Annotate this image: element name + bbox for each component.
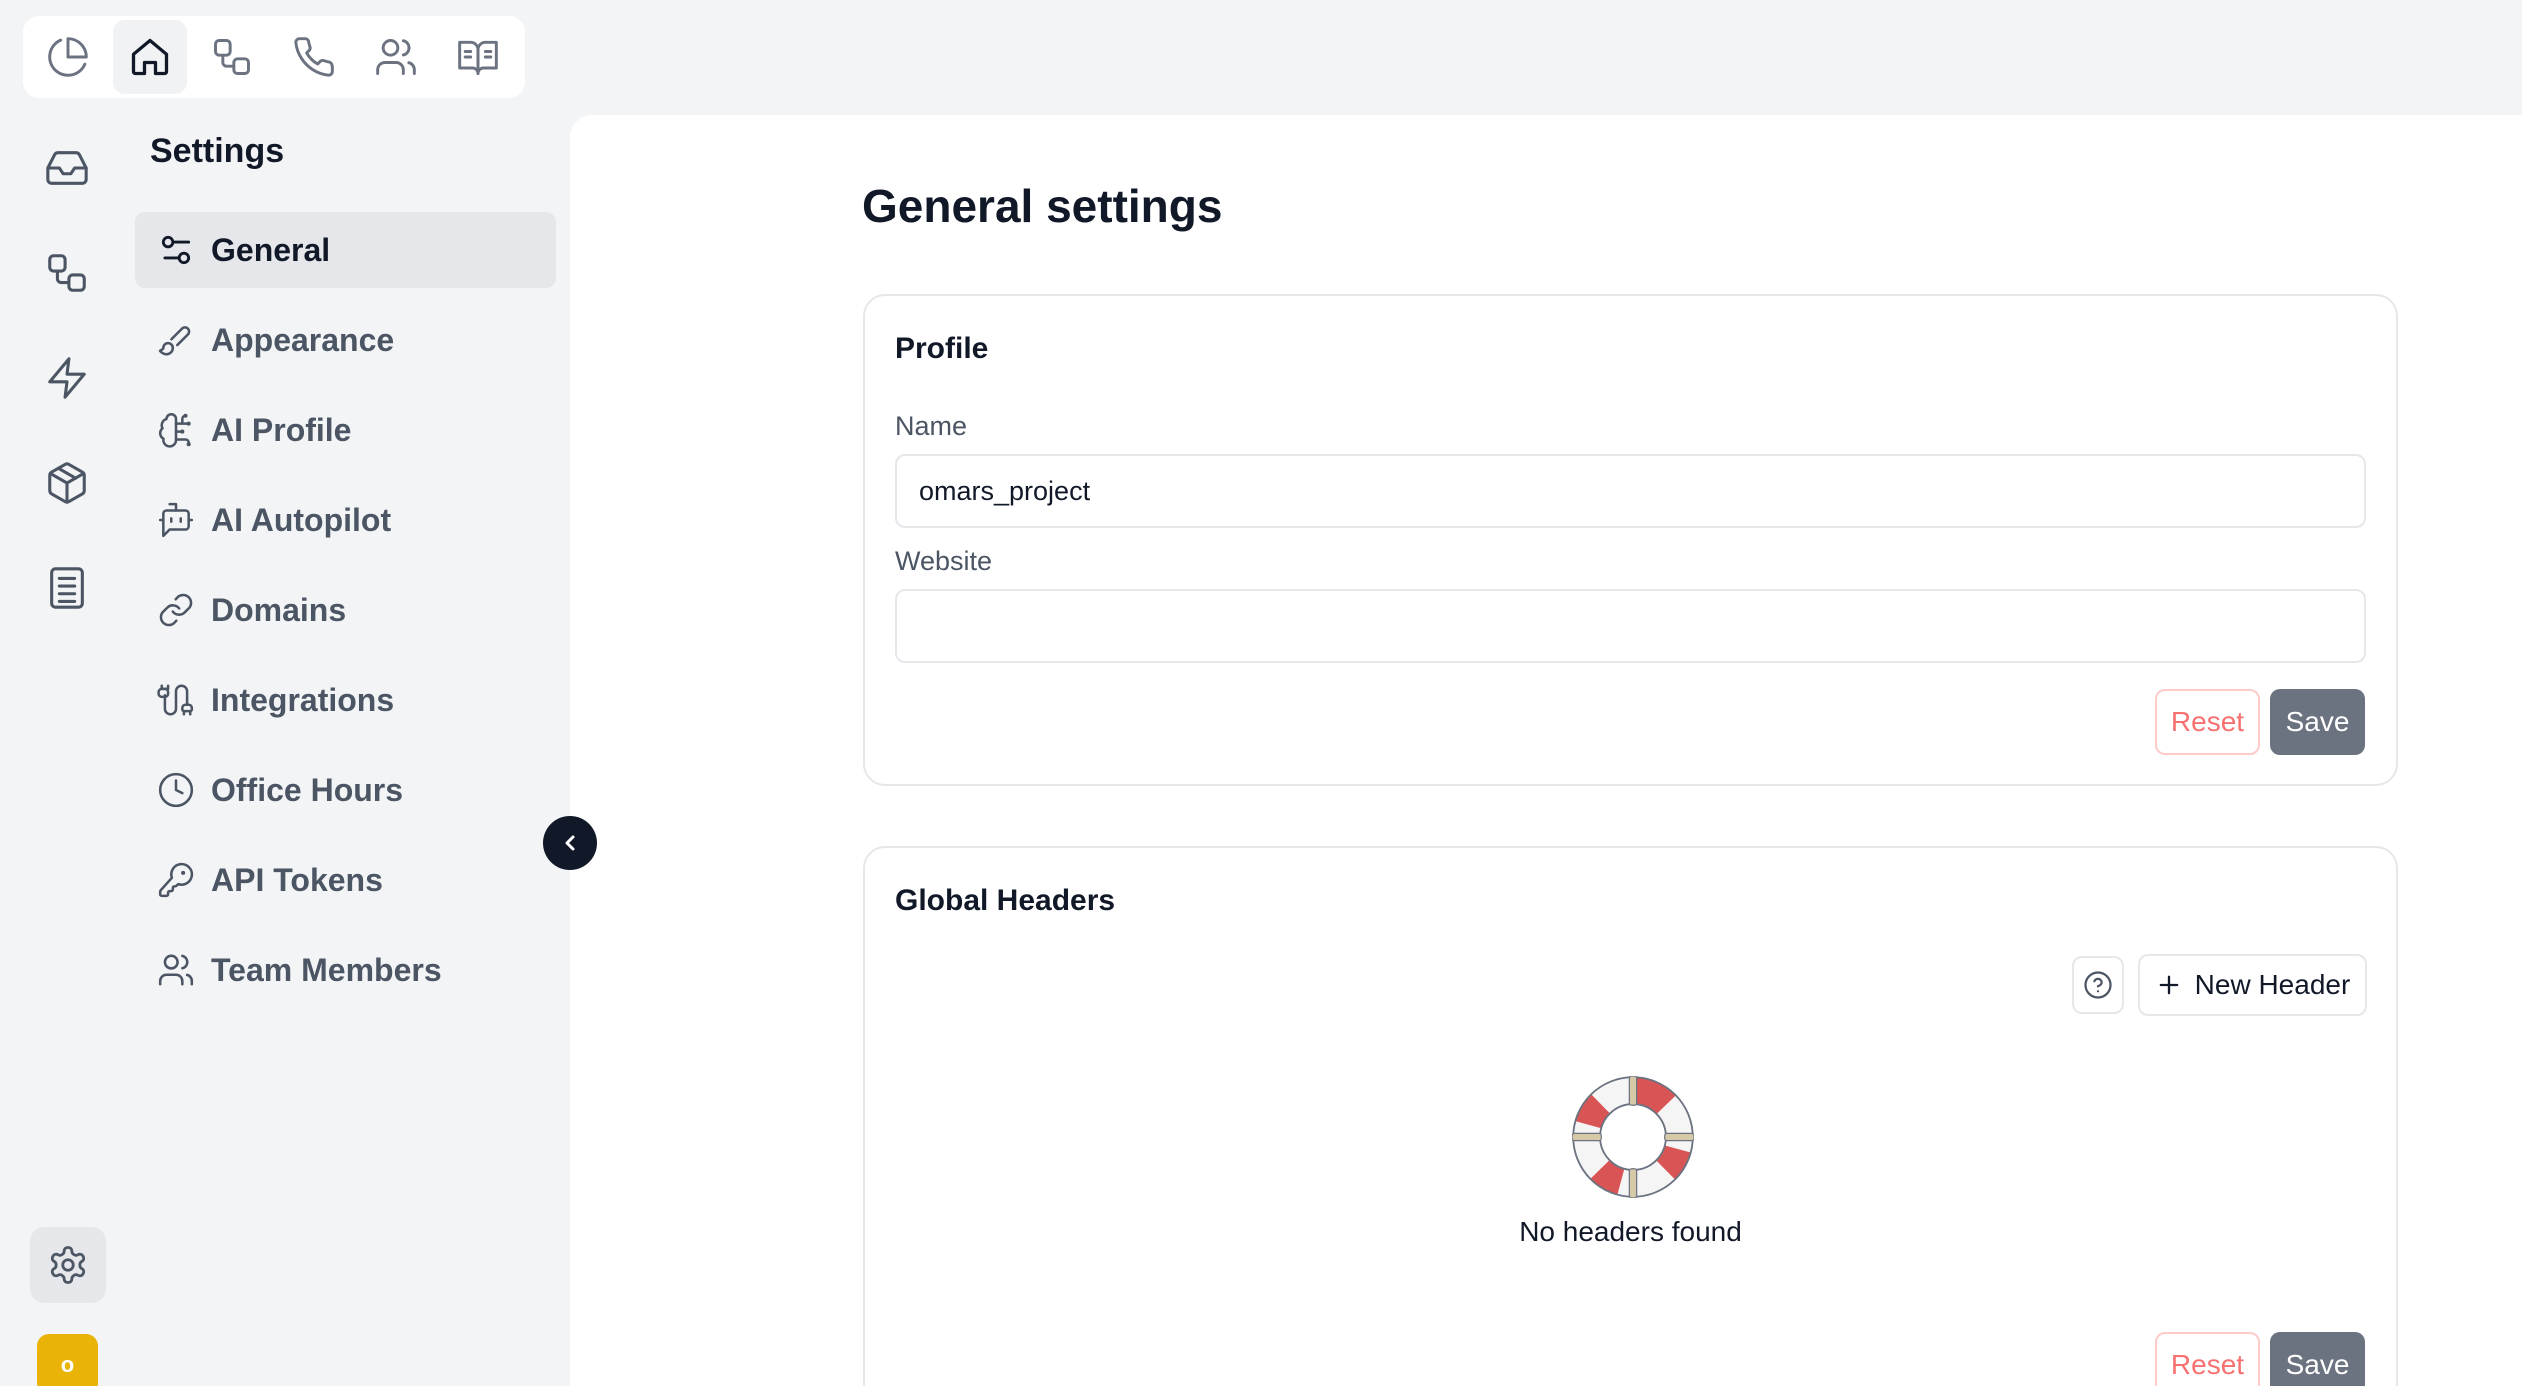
sliders-icon	[161, 235, 191, 265]
brain-icon	[158, 413, 191, 448]
menu-item-label: Office Hours	[211, 771, 404, 808]
menu-item-label: AI Profile	[211, 411, 352, 448]
notebook-icon	[50, 566, 84, 609]
menu-item-label: AI Autopilot	[211, 501, 392, 538]
rail-packages[interactable]	[23, 430, 111, 535]
life-ring-icon	[1572, 1076, 1694, 1198]
settings-menu: General Appearance AI Profile AI Autopil…	[135, 212, 556, 1022]
rail-flows[interactable]	[23, 220, 111, 325]
menu-item-label: Domains	[211, 591, 347, 628]
nav-workflows[interactable]	[195, 20, 269, 94]
menu-item-label: Integrations	[211, 681, 395, 718]
brush-icon	[158, 326, 191, 356]
settings-rail-button[interactable]	[30, 1227, 106, 1303]
menu-item-appearance[interactable]: Appearance	[135, 302, 556, 378]
nav-calls[interactable]	[277, 20, 351, 94]
new-header-button[interactable]: New Header	[2138, 954, 2367, 1016]
name-field[interactable]: omars_project	[895, 454, 2366, 528]
menu-item-label: General	[211, 231, 331, 268]
profile-reset-button[interactable]: Reset	[2155, 689, 2260, 755]
menu-item-ai-profile[interactable]: AI Profile	[135, 392, 556, 468]
flows-icon	[48, 253, 86, 292]
app-root: o Settings General Appearance AI Profile…	[0, 0, 2522, 1386]
help-circle-icon	[2084, 971, 2112, 999]
menu-item-ai-autopilot[interactable]: AI Autopilot	[135, 482, 556, 558]
phone-icon	[294, 37, 334, 77]
rail-inbox[interactable]	[23, 115, 111, 220]
rail-notebook[interactable]	[23, 535, 111, 640]
avatar[interactable]: o	[37, 1334, 98, 1386]
package-icon	[48, 461, 86, 504]
global-headers-card: Global Headers New Header No headers fou…	[863, 846, 2398, 1386]
menu-item-team-members[interactable]: Team Members	[135, 932, 556, 1008]
nav-analytics[interactable]	[31, 20, 105, 94]
menu-item-label: Team Members	[211, 951, 442, 988]
menu-item-domains[interactable]: Domains	[135, 572, 556, 648]
website-field[interactable]	[895, 589, 2366, 663]
gear-icon	[50, 1246, 86, 1284]
icon-rail	[23, 115, 111, 640]
top-nav	[23, 16, 525, 98]
website-label: Website	[895, 546, 993, 576]
plus-icon	[2159, 975, 2179, 995]
inbox-icon	[46, 150, 88, 185]
global-headers-title: Global Headers	[895, 884, 1116, 917]
cable-icon	[157, 684, 194, 716]
key-icon	[158, 862, 194, 898]
menu-item-integrations[interactable]: Integrations	[135, 662, 556, 738]
link-icon	[159, 593, 193, 627]
menu-item-general[interactable]: General	[135, 212, 556, 288]
headers-reset-button[interactable]: Reset	[2155, 1332, 2260, 1386]
nav-home[interactable]	[113, 20, 187, 94]
empty-state-text: No headers found	[1519, 1216, 1742, 1247]
users-icon	[158, 954, 194, 986]
home-icon	[131, 38, 169, 76]
headers-save-button[interactable]: Save	[2270, 1332, 2365, 1386]
menu-item-label: Appearance	[211, 321, 395, 358]
nav-contacts[interactable]	[359, 20, 433, 94]
menu-item-label: API Tokens	[211, 861, 383, 898]
book-open-icon	[458, 40, 498, 75]
menu-item-api-tokens[interactable]: API Tokens	[135, 842, 556, 918]
name-label: Name	[895, 411, 968, 441]
new-header-label: New Header	[2194, 969, 2351, 1000]
nav-docs[interactable]	[441, 20, 515, 94]
pie-chart-icon	[48, 37, 88, 77]
zap-icon	[48, 356, 86, 399]
users-icon	[376, 39, 416, 75]
menu-item-office-hours[interactable]: Office Hours	[135, 752, 556, 828]
profile-card: Profile Name omars_project Website Reset…	[863, 294, 2398, 786]
clock-icon	[158, 772, 194, 808]
profile-card-title: Profile	[895, 332, 989, 365]
collapse-sidebar-button[interactable]	[543, 816, 597, 870]
page-title: General settings	[862, 180, 1223, 232]
help-button[interactable]	[2072, 956, 2124, 1014]
chevron-left-icon	[565, 835, 575, 851]
profile-save-button[interactable]: Save	[2270, 689, 2365, 755]
bot-message-icon	[158, 502, 194, 538]
workflow-icon	[214, 39, 250, 75]
rail-automations[interactable]	[23, 325, 111, 430]
main-content: General settings Profile Name omars_proj…	[570, 115, 2522, 1386]
settings-title: Settings	[150, 132, 285, 170]
